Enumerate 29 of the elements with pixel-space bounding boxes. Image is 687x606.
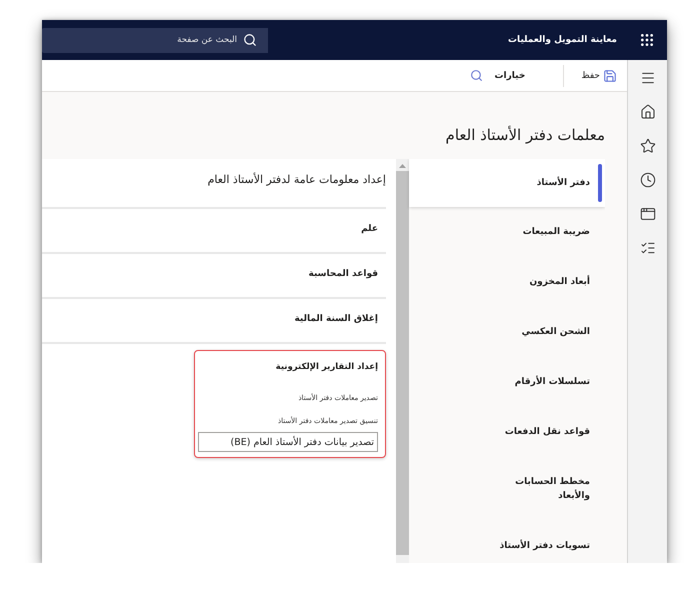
section-header[interactable]: إغلاق السنة المالية: [42, 299, 386, 344]
search-field[interactable]: البحث عن صفحة: [42, 28, 268, 52]
vertical-tab[interactable]: ضريبة المبيعات: [409, 207, 605, 257]
save-icon: [603, 68, 617, 82]
menu-icon[interactable]: [640, 70, 656, 86]
clock-icon[interactable]: [640, 172, 656, 188]
vertical-tab[interactable]: دفتر الأستاذ: [409, 159, 605, 207]
vertical-tab[interactable]: قواعد نقل الدفعات: [409, 407, 605, 457]
vertical-tab[interactable]: مخطط الحسابات والأبعاد: [409, 457, 605, 521]
save-button[interactable]: حفظ: [581, 68, 617, 82]
vertical-tab[interactable]: تسلسلات الأرقام: [409, 357, 605, 407]
input-field[interactable]: تصدير بيانات دفتر الأستاذ العام (BE): [198, 432, 378, 452]
vertical-tab[interactable]: أبعاد المخزون: [409, 257, 605, 307]
section-header[interactable]: قواعد المحاسبة: [42, 254, 386, 299]
options-button[interactable]: خيارات: [494, 70, 526, 80]
search-icon[interactable]: [470, 69, 484, 82]
window-icon[interactable]: [640, 206, 656, 222]
star-icon[interactable]: [640, 138, 656, 154]
home-icon[interactable]: [640, 104, 656, 120]
app-launcher-icon[interactable]: [639, 32, 655, 48]
section-title[interactable]: إعداد التقارير الإلكترونية: [199, 359, 378, 375]
section-header[interactable]: علم: [42, 209, 386, 254]
vertical-tab[interactable]: تسويات دفتر الأستاذ: [409, 521, 605, 563]
content-heading: إعداد معلومات عامة لدفتر الأستاذ العام: [42, 159, 386, 209]
page-title: معلمات دفتر الأستاذ العام: [446, 124, 605, 146]
app-title: معاينة التمويل والعمليات: [508, 35, 617, 45]
list-icon[interactable]: [640, 240, 656, 256]
vertical-tab[interactable]: الشحن العكسي: [409, 307, 605, 357]
search-icon: [243, 32, 257, 46]
